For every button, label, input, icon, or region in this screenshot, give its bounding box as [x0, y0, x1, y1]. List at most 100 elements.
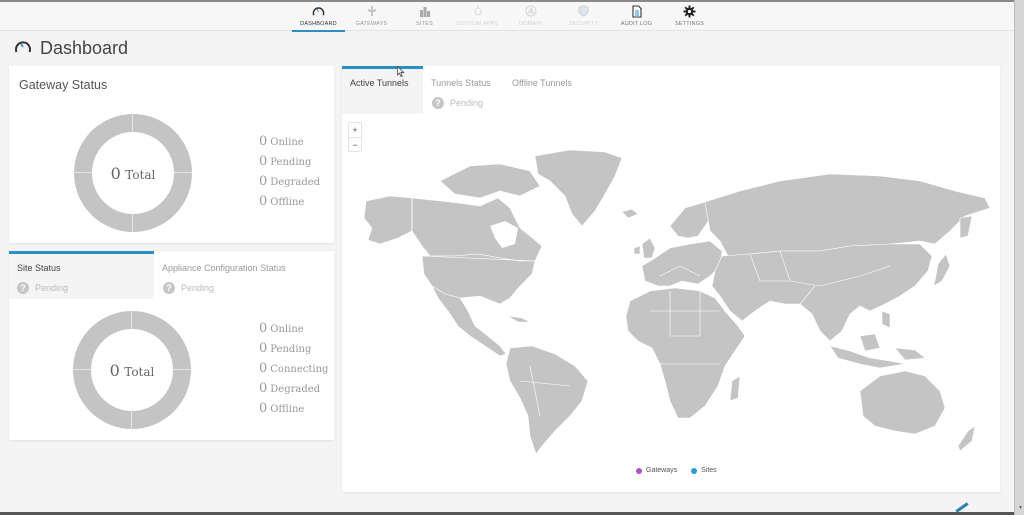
tab-label: Site Status	[17, 263, 61, 273]
map-greenland	[534, 149, 623, 227]
legend-offline: 0 Offline	[259, 401, 305, 416]
document-icon	[630, 4, 644, 18]
donut-divider	[73, 369, 91, 370]
map-new-zealand	[957, 425, 976, 452]
main-nav: DASHBOARD GATEWAYS SITES CUSTOM APPS DOM…	[292, 2, 716, 32]
legend-online: 0 Online	[259, 134, 304, 149]
donut-divider	[131, 411, 132, 429]
donut-divider	[174, 172, 192, 173]
map-australia	[859, 370, 946, 435]
legend-offline: 0 Offline	[259, 194, 305, 209]
map-asia	[711, 243, 933, 342]
map-caribbean	[507, 315, 531, 323]
map-japan	[933, 253, 951, 287]
map-south-america	[505, 345, 589, 455]
speedometer-icon	[14, 38, 32, 59]
app-icon	[471, 4, 485, 18]
map-uk	[641, 237, 656, 259]
donut-center: 0 Total	[91, 329, 173, 411]
site-status-legend: 0 Online 0 Pending 0 Connecting 0 Degraded 0…	[259, 321, 328, 421]
tab-label: Appliance Configuration Status	[162, 263, 286, 273]
nav-custom-apps[interactable]: CUSTOM APPS	[451, 2, 504, 31]
mouse-cursor-icon	[397, 64, 405, 82]
world-map[interactable]	[360, 136, 1000, 456]
tab-active-tunnels[interactable]: Active Tunnels	[342, 66, 423, 114]
donut-divider	[131, 311, 132, 329]
tab-offline-tunnels[interactable]: Offline Tunnels	[504, 66, 594, 114]
nav-settings[interactable]: SETTINGS	[663, 2, 716, 31]
map-russia	[704, 173, 991, 257]
card-title: Gateway Status	[19, 78, 108, 92]
vertical-scrollbar[interactable]: ▼	[1014, 0, 1024, 515]
nav-gateways[interactable]: GATEWAYS	[345, 2, 398, 31]
map-arctic-islands	[439, 163, 541, 199]
nav-label: CUSTOM APPS	[456, 21, 499, 27]
gateway-status-legend: 0 Online 0 Pending 0 Degraded 0 Offline	[259, 134, 320, 214]
pending-text: Pending	[450, 98, 484, 108]
legend-degraded: 0 Degraded	[259, 174, 321, 189]
shield-icon	[577, 4, 591, 18]
nav-domain[interactable]: DOMAIN	[504, 2, 557, 31]
donut-divider	[74, 172, 92, 173]
donut-divider	[132, 114, 133, 132]
question-icon: ?	[17, 282, 29, 294]
legend-pending: 0 Pending	[259, 154, 312, 169]
map-alaska	[363, 195, 413, 245]
usb-icon	[365, 4, 379, 18]
tunnels-map-card: Active Tunnels Tunnels Status Offline Tu…	[342, 66, 1000, 492]
site-status-pending: ? Pending	[17, 282, 68, 294]
map-canada	[411, 197, 543, 262]
map-legend: Gateways Sites	[636, 467, 717, 474]
map-ireland	[633, 245, 641, 255]
sites-dot-icon	[691, 467, 698, 474]
legend-pending: 0 Pending	[259, 341, 312, 356]
nav-audit-log[interactable]: AUDIT LOG	[610, 2, 663, 31]
scroll-down-icon[interactable]: ▼	[1018, 505, 1023, 511]
gateways-dot-icon	[636, 467, 642, 474]
map-philippines	[881, 310, 891, 329]
pending-text: Pending	[181, 283, 215, 293]
gateway-status-donut: 0 Total	[74, 114, 192, 232]
tab-label: Offline Tunnels	[512, 78, 572, 88]
map-papua	[894, 347, 926, 361]
gear-icon	[683, 4, 697, 18]
donut-divider	[173, 369, 191, 370]
top-nav-bar: DASHBOARD GATEWAYS SITES CUSTOM APPS DOM…	[0, 0, 1014, 32]
nav-label: DASHBOARD	[300, 21, 337, 27]
map-borneo	[859, 333, 881, 352]
nav-dashboard[interactable]: DASHBOARD	[292, 2, 345, 32]
donut-total: 0 Total	[110, 163, 156, 183]
legend-connecting: 0 Connecting	[259, 361, 329, 376]
donut-center: 0 Total	[92, 132, 174, 214]
nav-label: SITES	[416, 21, 433, 27]
site-status-card: Site Status Appliance Configuration Stat…	[9, 251, 334, 440]
site-status-donut: 0 Total	[73, 311, 191, 429]
legend-gateways[interactable]: Gateways	[636, 467, 677, 474]
zoom-in-button[interactable]: +	[349, 123, 361, 137]
map-kamchatka	[959, 215, 973, 239]
nav-security[interactable]: SECURITY	[557, 2, 610, 31]
nav-label: AUDIT LOG	[620, 21, 653, 27]
legend-label: Gateways	[646, 467, 678, 474]
legend-label: Sites	[701, 467, 717, 474]
legend-sites[interactable]: Sites	[691, 467, 717, 474]
map-africa	[625, 287, 746, 419]
buildings-icon	[418, 4, 432, 18]
page-title-text: Dashboard	[40, 38, 129, 58]
gateway-status-card: Gateway Status 0 Total 0 Online 0 Pending …	[9, 66, 334, 243]
legend-online: 0 Online	[259, 321, 304, 336]
nav-label: SECURITY	[568, 21, 599, 27]
nav-label: GATEWAYS	[355, 21, 388, 27]
pending-text: Pending	[35, 283, 69, 293]
speedometer-icon	[312, 4, 326, 18]
appliance-config-pending: ? Pending	[163, 282, 214, 294]
tunnels-pending: ? Pending	[432, 97, 483, 109]
network-icon	[524, 4, 538, 18]
question-icon: ?	[432, 97, 444, 109]
nav-label: DOMAIN	[518, 21, 543, 27]
nav-label: SETTINGS	[674, 21, 705, 27]
donut-divider	[132, 214, 133, 232]
legend-degraded: 0 Degraded	[259, 381, 321, 396]
nav-sites[interactable]: SITES	[398, 2, 451, 31]
donut-total: 0 Total	[109, 360, 155, 380]
